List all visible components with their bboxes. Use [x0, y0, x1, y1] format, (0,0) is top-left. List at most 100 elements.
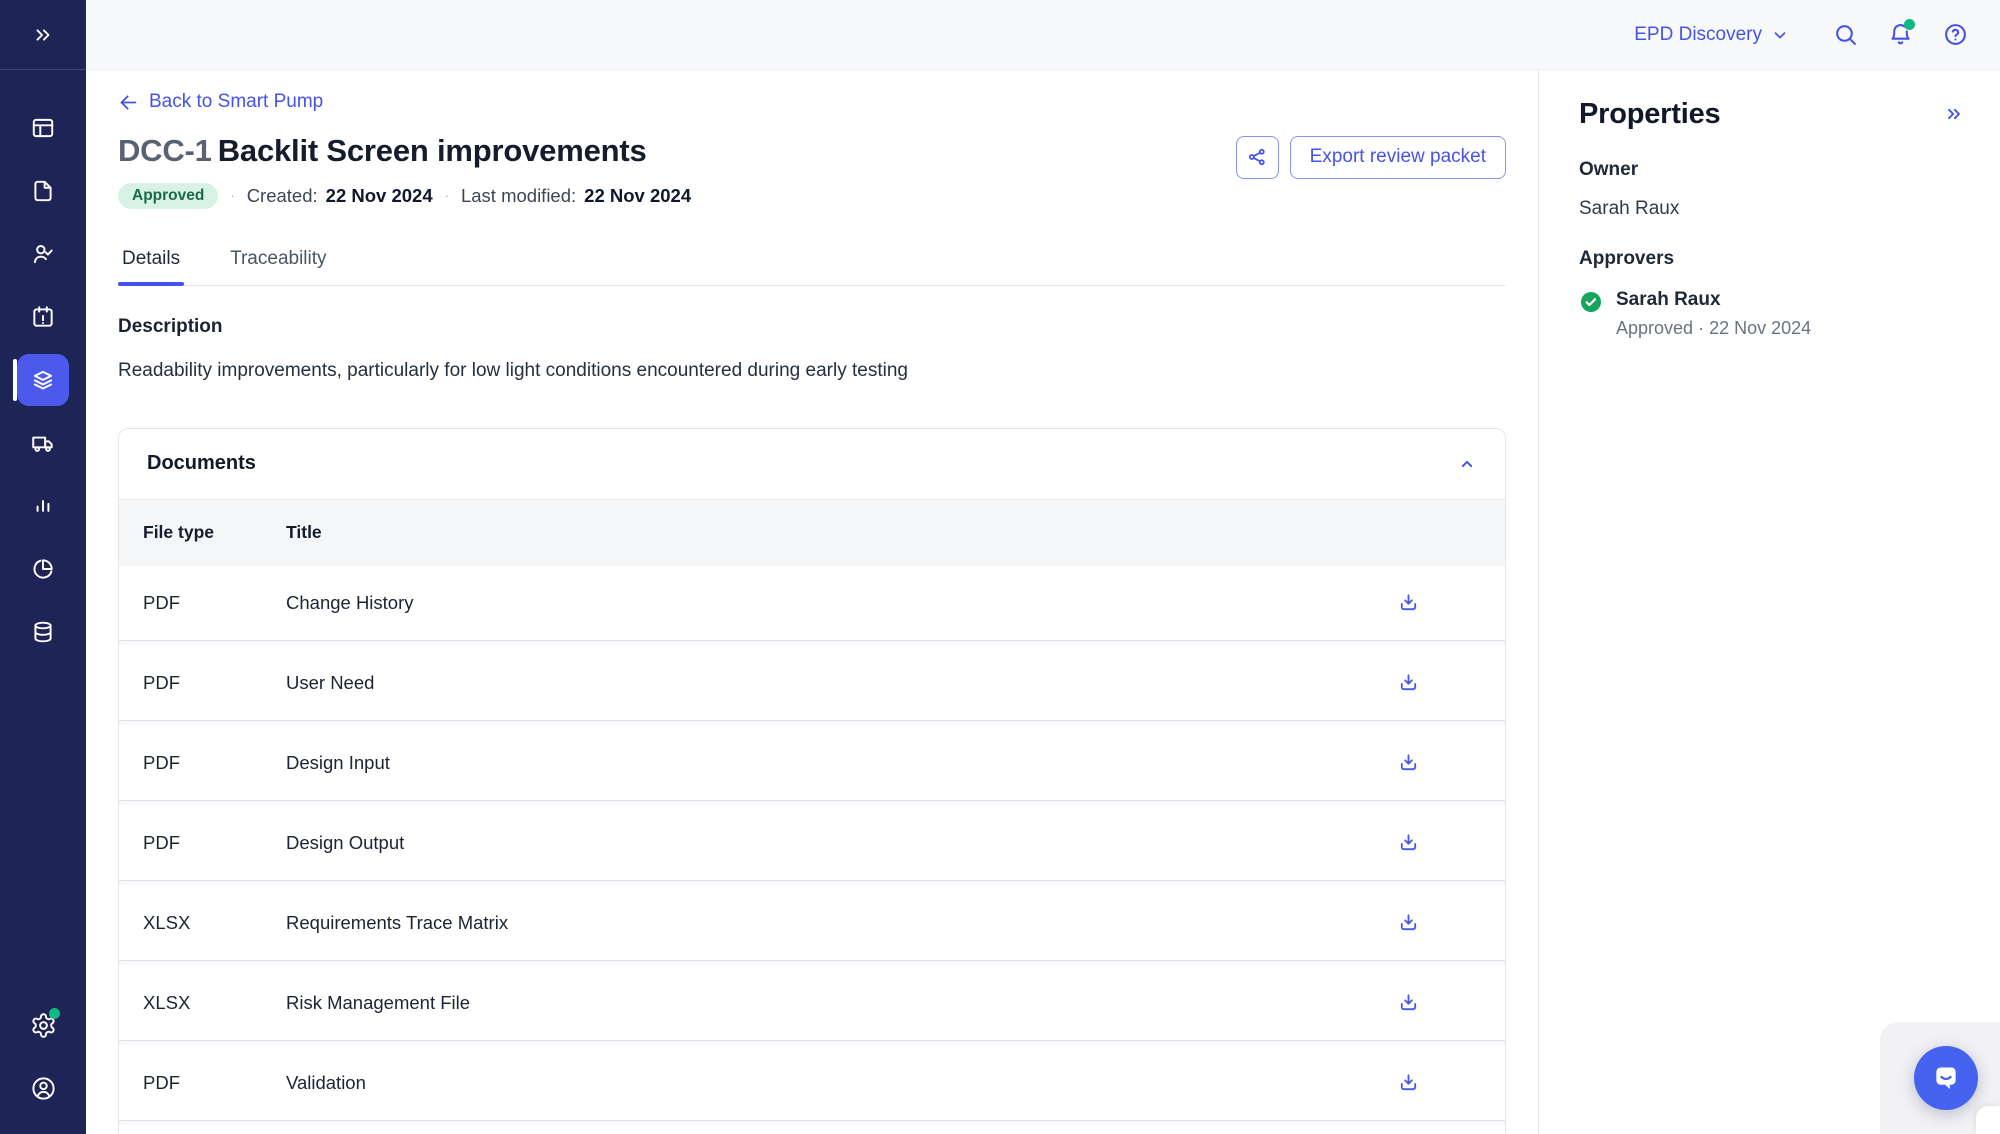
status-badge: Approved [118, 183, 218, 209]
product-switcher[interactable]: EPD Discovery [1634, 24, 1789, 46]
description-heading: Description [118, 316, 1506, 338]
back-link-label: Back to Smart Pump [149, 91, 323, 113]
description-text: Readability improvements, particularly f… [118, 358, 1506, 384]
notifications-button[interactable] [1888, 22, 1913, 47]
download-icon [1397, 831, 1420, 854]
check-circle-icon [1579, 290, 1603, 339]
back-link[interactable]: Back to Smart Pump [118, 90, 323, 114]
sidebar-item-analytics[interactable] [0, 537, 86, 600]
sidebar-item-data[interactable] [0, 600, 86, 663]
download-button[interactable] [1397, 751, 1420, 774]
search-button[interactable] [1833, 22, 1858, 47]
settings-notification-dot [49, 1008, 60, 1019]
meta-separator: · [445, 188, 449, 203]
row-file-type: PDF [143, 672, 286, 694]
help-button[interactable] [1943, 22, 1968, 47]
calendar-alert-icon [30, 304, 56, 330]
sidebar-item-account[interactable] [0, 1057, 86, 1120]
approver-details: Sarah Raux Approved · 22 Nov 2024 [1616, 289, 1811, 339]
sidebar-item-dashboard[interactable] [0, 96, 86, 159]
bar-chart-icon [30, 493, 56, 519]
sidebar-item-settings[interactable] [0, 994, 86, 1057]
document-icon [30, 178, 56, 204]
download-icon [1397, 911, 1420, 934]
download-icon [1397, 671, 1420, 694]
documents-collapse-button[interactable] [1457, 454, 1477, 474]
tabs: Details Traceability [118, 248, 1506, 286]
truck-icon [30, 430, 56, 456]
approvers-label: Approvers [1579, 248, 1964, 270]
approver-status: Approved · 22 Nov 2024 [1616, 318, 1811, 339]
sidebar-footer [0, 994, 86, 1120]
sidebar-item-shipping[interactable] [0, 411, 86, 474]
row-file-type: PDF [143, 752, 286, 774]
sidebar-item-reports[interactable] [0, 474, 86, 537]
tab-traceability[interactable]: Traceability [226, 248, 330, 285]
sidebar-item-user-approvals[interactable] [0, 222, 86, 285]
documents-card: Documents File type Title PDF Change His… [118, 428, 1506, 1134]
table-row[interactable]: PDF User Need [119, 646, 1505, 720]
meta-row: Approved · Created: 22 Nov 2024 · Last m… [118, 182, 1506, 210]
arrow-left-icon [118, 92, 139, 113]
account-circle-icon [30, 1075, 57, 1102]
created-value: 22 Nov 2024 [326, 185, 433, 207]
double-chevron-right-icon [32, 24, 54, 46]
properties-collapse-button[interactable] [1944, 104, 1964, 124]
pie-chart-icon [30, 556, 56, 582]
title-row: DCC-1Backlit Screen improvements Export … [118, 132, 1506, 170]
row-file-type: XLSX [143, 912, 286, 934]
download-button[interactable] [1397, 671, 1420, 694]
chat-launcher-button[interactable] [1914, 1046, 1978, 1110]
table-row[interactable]: PDF Design Input [119, 726, 1505, 800]
table-row[interactable]: XLSX Risk Management File [119, 966, 1505, 1040]
table-row[interactable]: PDF Change History [119, 566, 1505, 640]
sidebar-expand-button[interactable] [0, 0, 86, 70]
notification-dot [1904, 19, 1915, 30]
modified-label: Last modified: [461, 185, 576, 207]
meta-separator: · [230, 188, 234, 203]
share-button[interactable] [1236, 136, 1279, 179]
row-title: Design Output [286, 832, 404, 854]
download-button[interactable] [1397, 911, 1420, 934]
approver-item: Sarah Raux Approved · 22 Nov 2024 [1579, 289, 1964, 339]
sidebar-item-documents[interactable] [0, 159, 86, 222]
row-title: Requirements Trace Matrix [286, 912, 508, 934]
properties-header: Properties [1579, 98, 1964, 131]
table-row[interactable]: XLSX Requirements Trace Matrix [119, 886, 1505, 960]
chevron-up-icon [1457, 454, 1477, 474]
download-icon [1397, 591, 1420, 614]
properties-heading: Properties [1579, 98, 1720, 131]
row-title: Validation [286, 1072, 366, 1094]
row-file-type: PDF [143, 1072, 286, 1094]
download-button[interactable] [1397, 1071, 1420, 1094]
product-switcher-label: EPD Discovery [1634, 24, 1762, 46]
export-review-packet-button[interactable]: Export review packet [1290, 136, 1506, 179]
tab-details[interactable]: Details [118, 248, 184, 285]
help-circle-icon [1943, 22, 1968, 47]
download-button[interactable] [1397, 991, 1420, 1014]
column-header-file-type: File type [143, 522, 286, 543]
row-title: Change History [286, 592, 414, 614]
layers-icon [30, 367, 56, 393]
row-title: Risk Management File [286, 992, 470, 1014]
table-row[interactable]: PDF Validation [119, 1046, 1505, 1120]
row-file-type: PDF [143, 592, 286, 614]
share-nodes-icon [1246, 146, 1268, 168]
table-row-clipped [119, 1126, 1505, 1134]
chevron-down-icon [1771, 26, 1789, 44]
column-header-title: Title [286, 522, 322, 543]
sidebar-item-calendar[interactable] [0, 285, 86, 348]
download-button[interactable] [1397, 591, 1420, 614]
chat-frame-corner [1976, 1106, 2000, 1134]
documents-card-header[interactable]: Documents [119, 429, 1505, 499]
database-icon [30, 619, 56, 645]
sidebar-item-design-controls[interactable] [0, 348, 86, 411]
download-icon [1397, 991, 1420, 1014]
documents-heading: Documents [147, 452, 256, 475]
created-label: Created: [247, 185, 318, 207]
approver-name: Sarah Raux [1616, 289, 1811, 311]
download-icon [1397, 1071, 1420, 1094]
chat-bubble-icon [1929, 1061, 1963, 1095]
table-row[interactable]: PDF Design Output [119, 806, 1505, 880]
download-button[interactable] [1397, 831, 1420, 854]
